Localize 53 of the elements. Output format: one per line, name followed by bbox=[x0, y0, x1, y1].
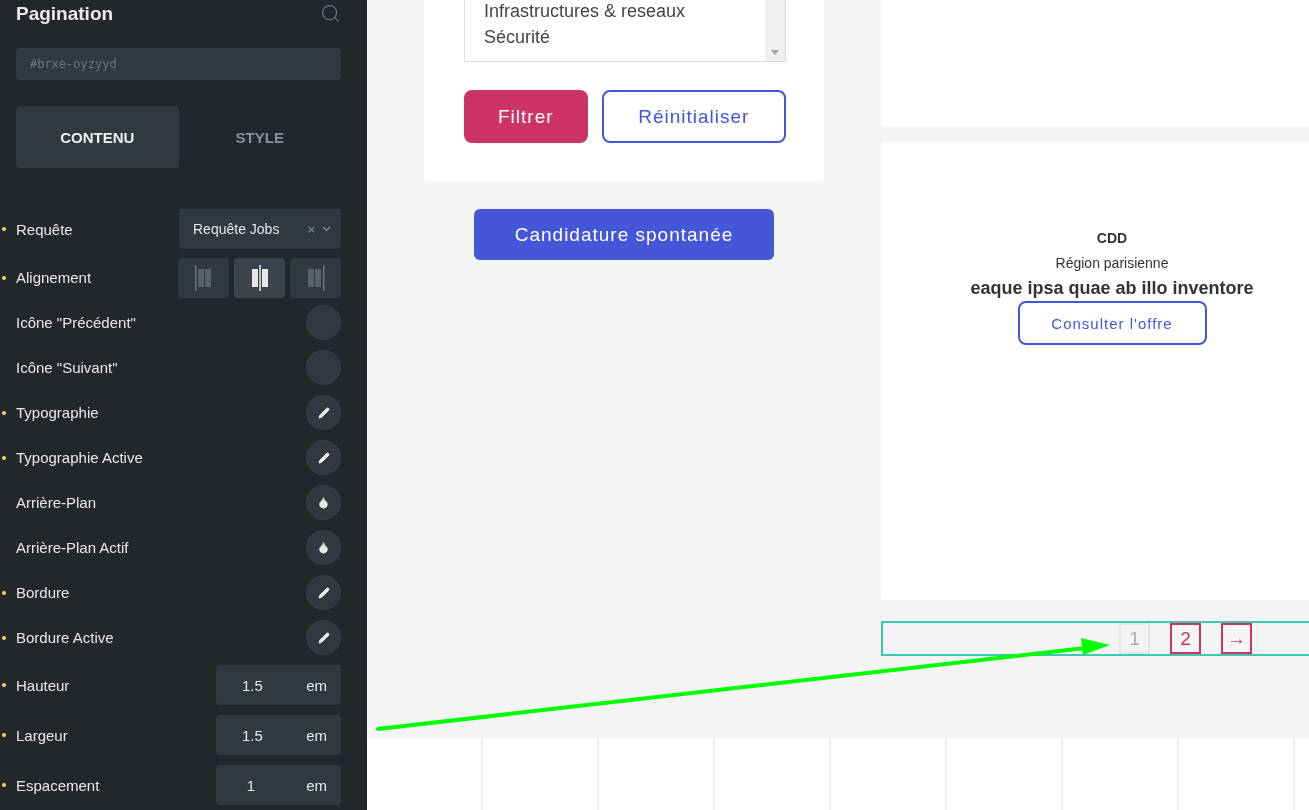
list-box[interactable]: Infrastructures & reseaux Sécurité bbox=[464, 0, 786, 62]
edit-button[interactable] bbox=[306, 440, 341, 475]
clear-icon[interactable]: × bbox=[306, 222, 316, 236]
filter-button[interactable]: Filtrer bbox=[464, 90, 588, 143]
control-label: Arrière-Plan Actif bbox=[16, 539, 129, 556]
droplet-icon bbox=[317, 496, 330, 509]
tab[interactable]: CONTENU bbox=[16, 106, 179, 168]
tab[interactable]: STYLE bbox=[178, 106, 341, 168]
pencil-icon bbox=[317, 406, 330, 419]
edit-button[interactable] bbox=[306, 620, 341, 655]
job-title: eaque ipsa quae ab illo inventore bbox=[970, 278, 1254, 299]
page-link[interactable]: 2 bbox=[1170, 623, 1201, 654]
edit-button[interactable] bbox=[306, 395, 341, 430]
control-label: Arrière-Plan bbox=[16, 494, 97, 511]
align-right-icon bbox=[305, 264, 326, 291]
control-label: Icône "Suivant" bbox=[16, 359, 118, 376]
pencil-icon bbox=[317, 631, 330, 644]
control-label: Typographie bbox=[16, 404, 99, 421]
list-option[interactable]: Sécurité bbox=[484, 24, 765, 50]
reset-button[interactable]: Réinitialiser bbox=[601, 90, 786, 143]
control-label: Bordure Active bbox=[16, 629, 114, 646]
panel-title: Pagination bbox=[16, 2, 114, 25]
align-button[interactable] bbox=[234, 257, 285, 298]
job-location: Région parisienne bbox=[1055, 255, 1169, 271]
align-left-icon bbox=[193, 264, 214, 291]
page-link[interactable]: → bbox=[1221, 623, 1252, 654]
control-label: Largeur bbox=[16, 726, 68, 744]
color-button[interactable] bbox=[306, 485, 341, 520]
control-label: Hauteur bbox=[16, 676, 70, 694]
contract-type: CDD bbox=[1096, 230, 1128, 246]
search-icon[interactable] bbox=[320, 3, 341, 25]
pencil-icon bbox=[317, 586, 330, 599]
number-field[interactable]: 1.5 em bbox=[216, 665, 341, 705]
query-select[interactable]: Requête Jobs × bbox=[179, 209, 341, 249]
pencil-icon bbox=[317, 451, 330, 464]
control-label: Typographie Active bbox=[16, 449, 143, 466]
color-button[interactable] bbox=[306, 530, 341, 565]
control-label: Bordure bbox=[16, 584, 70, 601]
list-option[interactable]: Infrastructures & reseaux bbox=[484, 0, 765, 24]
select-value: Requête Jobs bbox=[193, 221, 281, 237]
control-label: Icône "Précédent" bbox=[16, 314, 136, 331]
id-field[interactable]: #brxe-oyzyyd bbox=[16, 47, 341, 80]
offer-button[interactable]: Consulter l'offre bbox=[1017, 301, 1207, 345]
edit-button[interactable] bbox=[306, 575, 341, 610]
control-label: Alignement bbox=[16, 269, 92, 286]
number-field[interactable]: 1.5 em bbox=[216, 715, 341, 755]
control-label: Requête bbox=[16, 220, 73, 238]
align-center-icon bbox=[249, 264, 270, 291]
droplet-icon bbox=[317, 541, 330, 554]
chevron-down-icon bbox=[322, 226, 331, 232]
control-label: Espacement bbox=[16, 776, 100, 794]
number-field[interactable]: 1 em bbox=[216, 765, 341, 805]
application-button[interactable]: Candidature spontanée bbox=[474, 209, 774, 260]
